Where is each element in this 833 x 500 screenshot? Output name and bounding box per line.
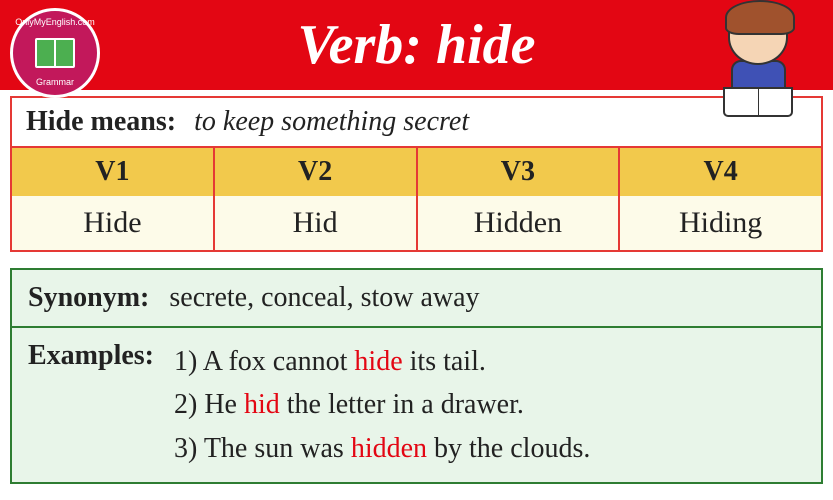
col-header-v4: V4 bbox=[620, 148, 821, 196]
synonym-value: secrete, conceal, stow away bbox=[169, 282, 479, 314]
highlight-word: hid bbox=[244, 389, 280, 420]
logo-text-bottom: Grammar bbox=[36, 77, 74, 87]
book-icon bbox=[35, 38, 75, 68]
logo-text-top: OnlyMyEnglish.com bbox=[15, 17, 95, 27]
mascot-book-icon bbox=[723, 87, 793, 117]
definition-value: to keep something secret bbox=[194, 106, 469, 138]
header-bar: OnlyMyEnglish.com Grammar Verb: hide bbox=[0, 0, 833, 90]
col-header-v2: V2 bbox=[215, 148, 418, 196]
definition-row: Hide means: to keep something secret bbox=[10, 96, 823, 148]
synonym-label: Synonym: bbox=[28, 282, 149, 314]
cell-v4: Hiding bbox=[620, 196, 821, 250]
example-item: 3) The sun was hidden by the clouds. bbox=[174, 427, 590, 470]
cell-v1: Hide bbox=[12, 196, 215, 250]
highlight-word: hide bbox=[354, 346, 402, 377]
table-body-row: Hide Hid Hidden Hiding bbox=[12, 196, 821, 250]
mascot-head bbox=[728, 10, 788, 65]
cell-v3: Hidden bbox=[418, 196, 621, 250]
highlight-word: hidden bbox=[351, 433, 427, 464]
table-header-row: V1 V2 V3 V4 bbox=[12, 148, 821, 196]
verb-forms-table: V1 V2 V3 V4 Hide Hid Hidden Hiding bbox=[10, 148, 823, 252]
cell-v2: Hid bbox=[215, 196, 418, 250]
example-item: 1) A fox cannot hide its tail. bbox=[174, 340, 590, 383]
page-title: Verb: hide bbox=[298, 13, 536, 77]
mascot-illustration bbox=[703, 10, 813, 140]
examples-list: 1) A fox cannot hide its tail. 2) He hid… bbox=[174, 340, 590, 470]
details-box: Synonym: secrete, conceal, stow away Exa… bbox=[10, 268, 823, 484]
definition-label: Hide means: bbox=[26, 106, 176, 138]
example-item: 2) He hid the letter in a drawer. bbox=[174, 383, 590, 426]
mascot-hair bbox=[725, 0, 795, 35]
examples-row: Examples: 1) A fox cannot hide its tail.… bbox=[12, 328, 821, 482]
site-logo: OnlyMyEnglish.com Grammar bbox=[10, 8, 100, 98]
examples-label: Examples: bbox=[28, 340, 154, 470]
col-header-v1: V1 bbox=[12, 148, 215, 196]
col-header-v3: V3 bbox=[418, 148, 621, 196]
synonym-row: Synonym: secrete, conceal, stow away bbox=[12, 270, 821, 328]
